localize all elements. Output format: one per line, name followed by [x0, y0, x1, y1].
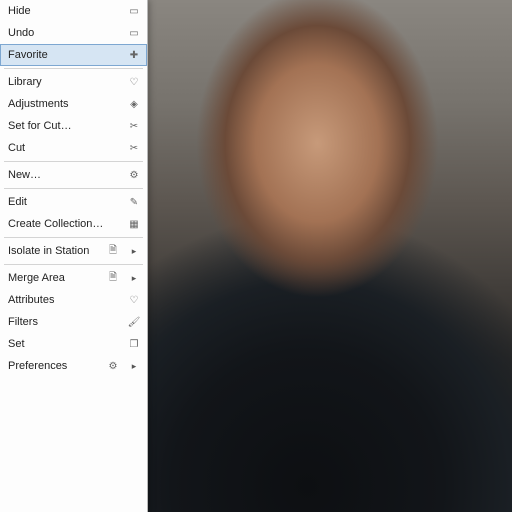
menu-item-set-for-cut[interactable]: Set for Cut… ✂: [0, 115, 147, 137]
menu-item-set[interactable]: Set ❐: [0, 333, 147, 355]
menu-item-adjustments[interactable]: Adjustments ◈: [0, 93, 147, 115]
paint-icon: 🖌: [127, 315, 141, 329]
menu-item-label: Edit: [8, 196, 27, 208]
menu-item-cut[interactable]: Cut ✂: [0, 137, 147, 159]
menu-item-label: Adjustments: [8, 98, 69, 110]
menu-item-edit[interactable]: Edit ✎: [0, 191, 147, 213]
add-icon: ✚: [127, 48, 141, 62]
menu-item-label: Library: [8, 76, 42, 88]
menu-separator: [4, 237, 143, 238]
menu-item-label: Set for Cut…: [8, 120, 72, 132]
page-icon: 🗎: [106, 244, 120, 258]
menu-item-label: Hide: [8, 5, 31, 17]
menu-item-label: Undo: [8, 27, 34, 39]
document-icon: ▭: [127, 4, 141, 18]
heart-icon: ♡: [127, 293, 141, 307]
heart-icon: ♡: [127, 75, 141, 89]
menu-item-create-collection[interactable]: Create Collection… ▦: [0, 213, 147, 235]
scissors-icon: ✂: [127, 141, 141, 155]
menu-item-label: Filters: [8, 316, 38, 328]
menu-item-label: Merge Area: [8, 272, 65, 284]
pencil-icon: ✎: [127, 195, 141, 209]
window-icon: ❐: [127, 337, 141, 351]
document-icon: ▭: [127, 26, 141, 40]
menu-item-favorite[interactable]: Favorite ✚: [0, 44, 147, 66]
menu-item-isolate-in-station[interactable]: Isolate in Station 🗎: [0, 240, 147, 262]
menu-item-label: Favorite: [8, 49, 48, 61]
scissors-icon: ✂: [127, 119, 141, 133]
menu-separator: [4, 188, 143, 189]
menu-item-attributes[interactable]: Attributes ♡: [0, 289, 147, 311]
menu-item-label: Cut: [8, 142, 25, 154]
menu-item-label: Attributes: [8, 294, 54, 306]
grid-icon: ▦: [127, 217, 141, 231]
menu-separator: [4, 161, 143, 162]
gear-icon: ⚙: [127, 168, 141, 182]
submenu-arrow-icon: [127, 244, 141, 258]
menu-item-undo[interactable]: Undo ▭: [0, 22, 147, 44]
menu-item-label: Preferences: [8, 360, 67, 372]
menu-item-filters[interactable]: Filters 🖌: [0, 311, 147, 333]
menu-item-library[interactable]: Library ♡: [0, 71, 147, 93]
context-menu: Hide ▭ Undo ▭ Favorite ✚ Library ♡ Adjustments ◈ S…: [0, 0, 148, 512]
menu-item-preferences[interactable]: Preferences ⚙: [0, 355, 147, 377]
menu-separator: [4, 68, 143, 69]
menu-item-label: Set: [8, 338, 25, 350]
submenu-arrow-icon: [127, 271, 141, 285]
menu-separator: [4, 264, 143, 265]
menu-item-label: Create Collection…: [8, 218, 103, 230]
menu-item-hide[interactable]: Hide ▭: [0, 0, 147, 22]
diamond-icon: ◈: [127, 97, 141, 111]
menu-item-merge-area[interactable]: Merge Area 🗎: [0, 267, 147, 289]
gear-icon: ⚙: [106, 359, 120, 373]
menu-item-label: New…: [8, 169, 41, 181]
page-icon: 🗎: [106, 271, 120, 285]
menu-item-label: Isolate in Station: [8, 245, 89, 257]
menu-item-new[interactable]: New… ⚙: [0, 164, 147, 186]
submenu-arrow-icon: [127, 359, 141, 373]
